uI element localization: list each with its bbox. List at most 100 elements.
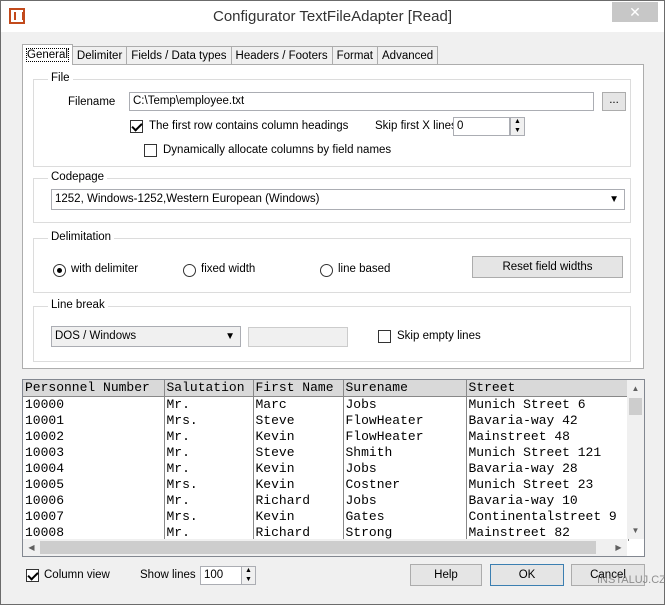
table-row[interactable]: 10001 Mrs. Steve FlowHeater Bavaria-way 42 bbox=[23, 413, 629, 429]
table-cell: Mr. bbox=[164, 493, 254, 509]
table-row[interactable]: 10003 Mr. Steve Shmith Munich Street 121 bbox=[23, 445, 629, 461]
table-cell: Gates bbox=[343, 509, 467, 525]
vertical-scrollbar[interactable]: ▲ ▼ bbox=[627, 380, 644, 539]
title-bar[interactable]: Configurator TextFileAdapter [Read] ✕ bbox=[1, 1, 664, 32]
line-break-group: Line break DOS / Windows ▼ Skip empty li… bbox=[33, 299, 631, 362]
radio-fixed-width[interactable] bbox=[183, 264, 196, 277]
show-lines-input[interactable]: 100 bbox=[200, 566, 242, 585]
table-cell: Munich Street 121 bbox=[466, 445, 629, 461]
ok-button[interactable]: OK bbox=[490, 564, 564, 586]
table-cell: FlowHeater bbox=[343, 413, 467, 429]
spin-down-icon[interactable]: ▼ bbox=[242, 576, 255, 585]
column-view-checkbox[interactable] bbox=[26, 569, 39, 582]
line-break-custom-input[interactable] bbox=[248, 327, 348, 347]
dynamic-columns-checkbox[interactable] bbox=[144, 144, 157, 157]
horizontal-scrollbar[interactable]: ◀ ▶ bbox=[23, 539, 627, 556]
codepage-group: Codepage 1252, Windows-1252,Western Euro… bbox=[33, 171, 631, 223]
column-header[interactable]: Surename bbox=[343, 380, 467, 397]
column-header[interactable]: Salutation bbox=[164, 380, 254, 397]
chevron-down-icon: ▼ bbox=[225, 331, 235, 342]
table-cell: 10003 bbox=[23, 445, 165, 461]
table-cell: Shmith bbox=[343, 445, 467, 461]
table-cell: FlowHeater bbox=[343, 429, 467, 445]
scroll-right-icon[interactable]: ▶ bbox=[610, 539, 627, 556]
table-cell: Richard bbox=[253, 493, 344, 509]
table-row[interactable]: 10007 Mrs. Kevin Gates Continentalstreet 9 bbox=[23, 509, 629, 525]
skip-lines-input[interactable]: 0 bbox=[453, 117, 510, 136]
table-cell: Steve bbox=[253, 445, 344, 461]
first-row-headings-label: The first row contains column headings bbox=[149, 120, 349, 132]
filename-input[interactable]: C:\Temp\employee.txt bbox=[129, 92, 594, 111]
column-header[interactable]: Personnel Number bbox=[23, 380, 165, 397]
line-break-legend: Line break bbox=[48, 299, 108, 311]
close-button[interactable]: ✕ bbox=[612, 2, 658, 22]
radio-line-based[interactable] bbox=[320, 264, 333, 277]
table-cell: Bavaria-way 28 bbox=[466, 461, 629, 477]
table-cell: 10002 bbox=[23, 429, 165, 445]
tab-delimiter[interactable]: Delimiter bbox=[71, 46, 128, 65]
table-cell: Costner bbox=[343, 477, 467, 493]
table-row[interactable]: 10000 Mr. Marc Jobs Munich Street 6 bbox=[23, 396, 629, 413]
line-break-value: DOS / Windows bbox=[55, 330, 137, 342]
skip-lines-label: Skip first X lines bbox=[375, 120, 457, 132]
table-cell: Munich Street 6 bbox=[466, 396, 629, 413]
column-header[interactable]: Street bbox=[466, 380, 629, 397]
codepage-value: 1252, Windows-1252,Western European (Win… bbox=[55, 193, 320, 205]
skip-lines-spinner[interactable]: ▲ ▼ bbox=[510, 117, 525, 136]
skip-empty-lines-checkbox[interactable] bbox=[378, 330, 391, 343]
dynamic-columns-label: Dynamically allocate columns by field na… bbox=[163, 144, 392, 156]
watermark-text: INSTALUJ.CZ bbox=[597, 574, 665, 586]
preview-grid[interactable]: Personnel Number Salutation First Name S… bbox=[22, 379, 645, 557]
line-based-label: line based bbox=[338, 263, 391, 275]
show-lines-label: Show lines bbox=[140, 569, 196, 581]
table-row[interactable]: 10004 Mr. Kevin Jobs Bavaria-way 28 bbox=[23, 461, 629, 477]
spin-down-icon[interactable]: ▼ bbox=[511, 127, 524, 136]
table-cell: Kevin bbox=[253, 509, 344, 525]
table-cell: 10000 bbox=[23, 396, 165, 413]
tab-general[interactable]: General bbox=[22, 44, 73, 65]
table-cell: 10004 bbox=[23, 461, 165, 477]
chevron-down-icon: ▼ bbox=[609, 194, 619, 205]
tab-headers-footers[interactable]: Headers / Footers bbox=[230, 46, 333, 65]
table-cell: Steve bbox=[253, 413, 344, 429]
help-button[interactable]: Help bbox=[410, 564, 482, 586]
table-row[interactable]: 10005 Mrs. Kevin Costner Munich Street 23 bbox=[23, 477, 629, 493]
tab-fields-data-types[interactable]: Fields / Data types bbox=[126, 46, 232, 65]
spin-up-icon[interactable]: ▲ bbox=[242, 567, 255, 576]
table-cell: 10001 bbox=[23, 413, 165, 429]
tab-format[interactable]: Format bbox=[331, 46, 378, 65]
skip-empty-lines-label: Skip empty lines bbox=[397, 330, 481, 342]
delimitation-legend: Delimitation bbox=[48, 231, 115, 243]
table-cell: 10007 bbox=[23, 509, 165, 525]
codepage-select[interactable]: 1252, Windows-1252,Western European (Win… bbox=[51, 189, 625, 210]
table-row[interactable]: 10002 Mr. Kevin FlowHeater Mainstreet 48 bbox=[23, 429, 629, 445]
table-cell: Kevin bbox=[253, 477, 344, 493]
radio-with-delimiter[interactable] bbox=[53, 264, 66, 277]
reset-field-widths-button[interactable]: Reset field widths bbox=[472, 256, 623, 278]
table-cell: Jobs bbox=[343, 461, 467, 477]
spin-up-icon[interactable]: ▲ bbox=[511, 118, 524, 127]
scroll-up-icon[interactable]: ▲ bbox=[627, 380, 644, 397]
table-cell: Jobs bbox=[343, 396, 467, 413]
horizontal-scroll-thumb[interactable] bbox=[40, 541, 596, 554]
table-cell: Bavaria-way 10 bbox=[466, 493, 629, 509]
show-lines-spinner[interactable]: ▲ ▼ bbox=[241, 566, 256, 585]
line-break-select[interactable]: DOS / Windows ▼ bbox=[51, 326, 241, 347]
table-cell: Mr. bbox=[164, 396, 254, 413]
dialog-window: Configurator TextFileAdapter [Read] ✕ Ge… bbox=[0, 0, 665, 605]
browse-button[interactable]: ... bbox=[602, 92, 626, 111]
vertical-scroll-thumb[interactable] bbox=[629, 398, 642, 415]
tab-advanced[interactable]: Advanced bbox=[377, 46, 439, 65]
table-cell: Kevin bbox=[253, 461, 344, 477]
table-cell: Mainstreet 48 bbox=[466, 429, 629, 445]
table-cell: Mrs. bbox=[164, 509, 254, 525]
scroll-down-icon[interactable]: ▼ bbox=[627, 522, 644, 539]
table-row[interactable]: 10006 Mr. Richard Jobs Bavaria-way 10 bbox=[23, 493, 629, 509]
file-group-legend: File bbox=[48, 72, 73, 84]
table-cell: Mr. bbox=[164, 429, 254, 445]
first-row-headings-checkbox[interactable] bbox=[130, 120, 143, 133]
scroll-left-icon[interactable]: ◀ bbox=[23, 539, 40, 556]
table-cell: Marc bbox=[253, 396, 344, 413]
column-header[interactable]: First Name bbox=[253, 380, 344, 397]
table-cell: Munich Street 23 bbox=[466, 477, 629, 493]
